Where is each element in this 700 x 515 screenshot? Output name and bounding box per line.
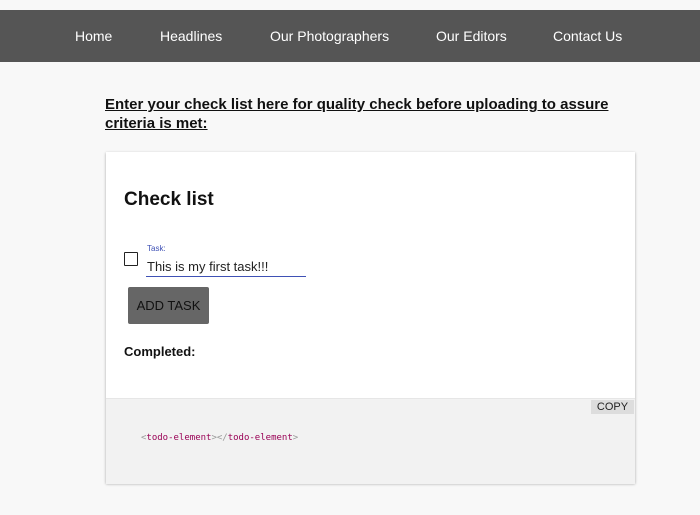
- code-snippet: COPY <todo-element></todo-element>: [106, 398, 635, 484]
- code-middle-brackets: ></: [211, 433, 228, 443]
- copy-button[interactable]: COPY: [591, 400, 634, 414]
- top-navigation-bar: Home Headlines Our Photographers Our Edi…: [0, 10, 700, 62]
- card-title: Check list: [124, 189, 214, 210]
- page-heading: Enter your check list here for quality c…: [105, 96, 609, 132]
- code-close-tag-name: todo-element: [227, 433, 293, 443]
- completed-label: Completed:: [124, 344, 196, 359]
- nav-item-our-editors[interactable]: Our Editors: [436, 10, 507, 62]
- checklist-card: Check list Task: ADD TASK Completed: COP…: [106, 152, 635, 484]
- task-field-label: Task:: [147, 244, 166, 253]
- nav-item-contact-us[interactable]: Contact Us: [553, 10, 622, 62]
- task-input[interactable]: [146, 257, 306, 277]
- page: Home Headlines Our Photographers Our Edi…: [0, 0, 700, 515]
- add-task-button[interactable]: ADD TASK: [128, 287, 209, 324]
- code-line: <todo-element></todo-element>: [141, 433, 298, 443]
- code-close-bracket: >: [292, 433, 299, 443]
- nav-item-home[interactable]: Home: [75, 10, 112, 62]
- task-checkbox[interactable]: [124, 252, 138, 266]
- nav-item-headlines[interactable]: Headlines: [160, 10, 222, 62]
- code-open-tag-name: todo-element: [146, 433, 212, 443]
- nav-item-our-photographers[interactable]: Our Photographers: [270, 10, 389, 62]
